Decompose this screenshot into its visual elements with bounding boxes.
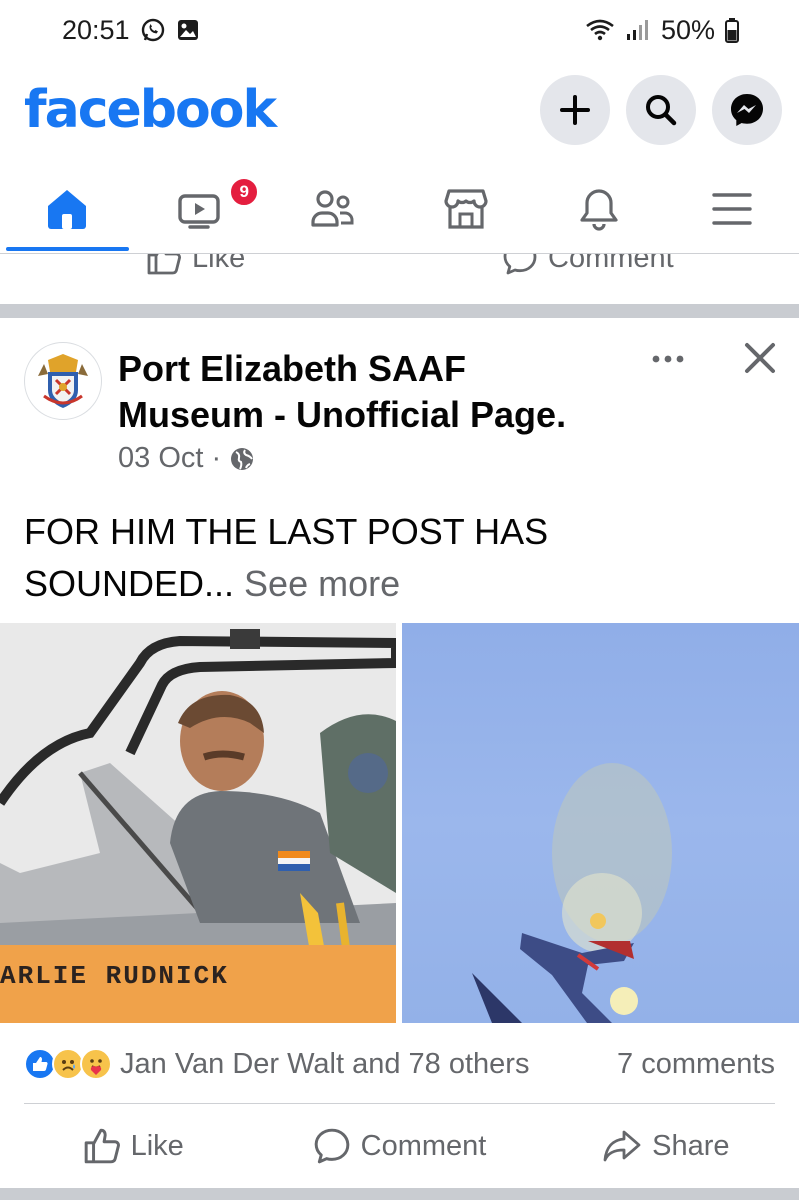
photo-caption: ARLIE RUDNICK [0, 961, 229, 991]
care-reaction-icon [80, 1048, 112, 1080]
tab-friends[interactable] [266, 165, 399, 253]
video-badge: 9 [229, 177, 260, 207]
page-name[interactable]: Port Elizabeth SAAF Museum - Unofficial … [118, 346, 618, 438]
page-avatar[interactable] [24, 342, 102, 420]
globe-icon [231, 447, 254, 470]
signal-icon [625, 18, 651, 42]
share-label: Share [652, 1129, 730, 1162]
bell-icon [580, 189, 618, 231]
like-icon [147, 254, 181, 275]
comment-icon [503, 254, 537, 275]
post-meta: 03 Oct · [118, 442, 255, 475]
action-divider [24, 1103, 775, 1104]
messenger-icon [731, 94, 763, 126]
bottom-separator [0, 1188, 799, 1200]
previous-comment-label: Comment [548, 254, 674, 274]
tab-marketplace[interactable] [400, 165, 533, 253]
share-icon [603, 1130, 641, 1162]
plus-icon [560, 95, 590, 125]
tab-menu[interactable] [666, 165, 799, 253]
see-more-link[interactable]: See more [244, 563, 400, 604]
post-text: FOR HIM THE LAST POST HAS SOUNDED... See… [24, 506, 764, 610]
search-button[interactable] [626, 75, 696, 145]
comment-label: Comment [360, 1129, 487, 1162]
post-photos: ARLIE RUDNICK [0, 623, 799, 1023]
tab-video[interactable]: 9 [133, 165, 266, 253]
gallery-icon [176, 18, 200, 42]
reaction-names[interactable]: Jan Van Der Walt and 78 others [120, 1048, 617, 1081]
post-header: Port Elizabeth SAAF Museum - Unofficial … [0, 320, 799, 490]
post-date[interactable]: 03 Oct [118, 442, 203, 475]
nav-tabs: 9 [0, 165, 799, 253]
comment-count[interactable]: 7 comments [617, 1048, 775, 1081]
post-separator [0, 304, 799, 318]
photo-aircraft-crash[interactable] [402, 623, 799, 1023]
messenger-button[interactable] [712, 75, 782, 145]
more-icon [652, 355, 684, 363]
like-icon [84, 1128, 120, 1164]
post-more-button[interactable] [648, 344, 688, 374]
menu-icon [712, 193, 753, 225]
status-time: 20:51 [62, 14, 130, 45]
comment-button[interactable]: Comment [266, 1115, 532, 1177]
previous-like-label: Like [192, 254, 246, 274]
like-label: Like [130, 1129, 184, 1162]
tab-notifications[interactable] [533, 165, 666, 253]
previous-post-actions: Like Comment [0, 254, 799, 306]
friends-icon [311, 190, 354, 227]
meta-separator: · [211, 442, 222, 474]
post-actions: Like Comment Share [0, 1115, 799, 1177]
photo-pilot-cockpit[interactable]: ARLIE RUDNICK [0, 623, 396, 1023]
battery-percent: 50% [660, 14, 715, 45]
home-icon [47, 190, 86, 229]
status-left: 20:51 [62, 15, 200, 46]
close-icon [745, 343, 775, 373]
status-right: 50% [585, 15, 739, 46]
status-bar: 20:51 50% [0, 0, 799, 60]
tab-home[interactable] [0, 165, 133, 253]
share-button[interactable]: Share [533, 1115, 799, 1177]
video-icon [178, 194, 220, 229]
facebook-logo[interactable]: facebook [24, 80, 277, 140]
reaction-icons[interactable] [24, 1048, 112, 1080]
wifi-icon [585, 18, 615, 42]
comment-icon [314, 1128, 349, 1164]
previous-like-button[interactable]: Like [146, 254, 245, 276]
previous-comment-button[interactable]: Comment [502, 254, 674, 276]
marketplace-icon [444, 189, 488, 229]
like-button[interactable]: Like [0, 1115, 266, 1177]
create-button[interactable] [540, 75, 610, 145]
reactions-row: Jan Van Der Walt and 78 others 7 comment… [0, 1036, 799, 1092]
battery-icon [725, 17, 739, 43]
saaf-crest-icon [38, 354, 88, 408]
whatsapp-icon [140, 17, 166, 43]
top-actions [540, 75, 782, 145]
search-icon [646, 95, 677, 126]
top-bar: facebook [0, 60, 799, 160]
post-close-button[interactable] [738, 336, 782, 380]
